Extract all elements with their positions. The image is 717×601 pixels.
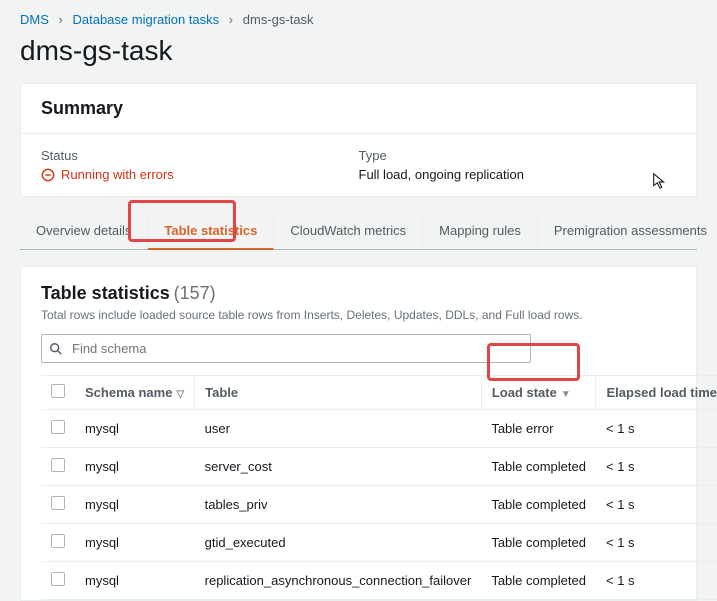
cell-load-state: Table completed [481, 562, 596, 600]
cell-elapsed: < 1 s [596, 448, 717, 486]
col-schema[interactable]: Schema name▽ [75, 376, 195, 410]
cell-table: user [195, 410, 482, 448]
cell-checkbox [41, 524, 75, 562]
checkbox-row[interactable] [51, 420, 65, 434]
cell-schema: mysql [75, 562, 195, 600]
cell-elapsed: < 1 s [596, 524, 717, 562]
tab-cloudwatch[interactable]: CloudWatch metrics [274, 213, 423, 249]
type-label: Type [359, 148, 677, 163]
search-wrap [41, 334, 531, 363]
stats-subtitle: Total rows include loaded source table r… [41, 308, 676, 322]
cell-table: server_cost [195, 448, 482, 486]
cell-checkbox [41, 486, 75, 524]
summary-title: Summary [41, 98, 676, 119]
breadcrumb: DMS › Database migration tasks › dms-gs-… [0, 0, 717, 35]
chevron-right-icon: › [229, 12, 233, 27]
tab-table-statistics[interactable]: Table statistics [148, 213, 274, 250]
summary-panel: Summary Status Running with errors Type … [20, 83, 697, 197]
sort-icon: ▽ [176, 389, 184, 400]
chevron-right-icon: › [59, 12, 63, 27]
cell-elapsed: < 1 s [596, 486, 717, 524]
col-elapsed[interactable]: Elapsed load time [596, 376, 717, 410]
summary-header: Summary [21, 84, 696, 134]
col-table[interactable]: Table [195, 376, 482, 410]
cell-load-state: Table error [481, 410, 596, 448]
type-field: Type Full load, ongoing replication [359, 148, 677, 182]
table-row: mysqlreplication_asynchronous_connection… [41, 562, 717, 600]
cell-load-state: Table completed [481, 486, 596, 524]
col-load-state[interactable]: Load state▼ [481, 376, 596, 410]
sort-icon: ▼ [561, 389, 571, 400]
checkbox-row[interactable] [51, 458, 65, 472]
table-statistics-panel: Table statistics (157) Total rows includ… [20, 266, 697, 601]
table-row: mysqluserTable error< 1 s [41, 410, 717, 448]
table-row: mysqlgtid_executedTable completed< 1 s [41, 524, 717, 562]
cell-table: replication_asynchronous_connection_fail… [195, 562, 482, 600]
cell-schema: mysql [75, 448, 195, 486]
tab-overview[interactable]: Overview details [20, 213, 148, 249]
breadcrumb-current: dms-gs-task [243, 12, 314, 27]
error-icon [41, 168, 55, 182]
status-label: Status [41, 148, 359, 163]
checkbox-row[interactable] [51, 496, 65, 510]
col-checkbox [41, 376, 75, 410]
tab-premigration[interactable]: Premigration assessments [538, 213, 717, 249]
cell-table: gtid_executed [195, 524, 482, 562]
search-icon [49, 342, 63, 356]
table-row: mysqlserver_costTable completed< 1 s [41, 448, 717, 486]
cell-schema: mysql [75, 410, 195, 448]
cell-table: tables_priv [195, 486, 482, 524]
table-row: mysqltables_privTable completed< 1 s [41, 486, 717, 524]
page-title: dms-gs-task [0, 35, 717, 83]
cell-elapsed: < 1 s [596, 410, 717, 448]
cell-schema: mysql [75, 524, 195, 562]
type-value: Full load, ongoing replication [359, 167, 677, 182]
stats-title: Table statistics [41, 283, 170, 303]
status-value: Running with errors [41, 167, 359, 182]
checkbox-row[interactable] [51, 572, 65, 586]
tab-mapping-rules[interactable]: Mapping rules [423, 213, 538, 249]
checkbox-row[interactable] [51, 534, 65, 548]
status-field: Status Running with errors [41, 148, 359, 182]
search-input[interactable] [41, 334, 531, 363]
cell-checkbox [41, 410, 75, 448]
cursor-icon [651, 172, 669, 190]
cell-load-state: Table completed [481, 448, 596, 486]
tabs: Overview details Table statistics CloudW… [20, 213, 697, 250]
status-text: Running with errors [61, 167, 174, 182]
cell-checkbox [41, 562, 75, 600]
cell-checkbox [41, 448, 75, 486]
cell-schema: mysql [75, 486, 195, 524]
breadcrumb-mid[interactable]: Database migration tasks [72, 12, 219, 27]
cell-load-state: Table completed [481, 524, 596, 562]
breadcrumb-root[interactable]: DMS [20, 12, 49, 27]
stats-table: Schema name▽ Table Load state▼ Elapsed l… [41, 375, 717, 600]
cell-elapsed: < 1 s [596, 562, 717, 600]
stats-count: (157) [174, 283, 216, 303]
checkbox-all[interactable] [51, 384, 65, 398]
